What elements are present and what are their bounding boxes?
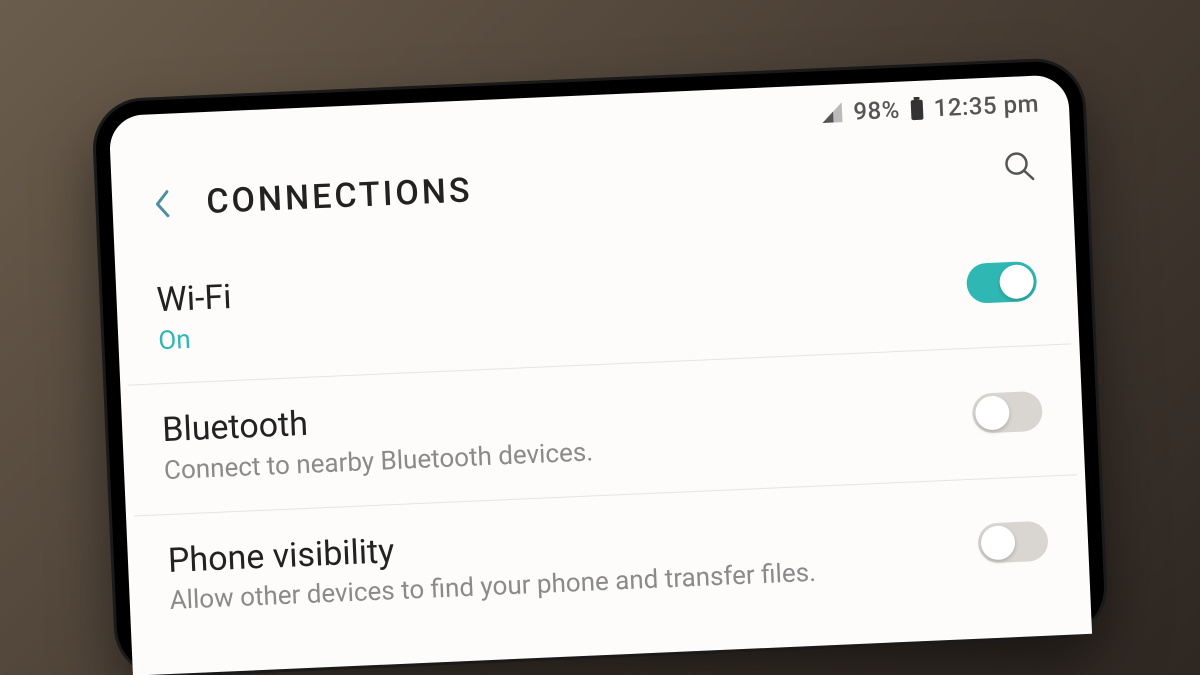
- toggle-knob: [980, 525, 1015, 560]
- phone-frame: 98% 12:35 pm CONNECTIONS: [94, 59, 1106, 675]
- chevron-left-icon: [152, 187, 173, 220]
- search-button[interactable]: [997, 143, 1043, 189]
- battery-percent: 98%: [853, 95, 901, 125]
- bluetooth-toggle[interactable]: [971, 390, 1043, 433]
- signal-icon: [821, 102, 844, 123]
- toggle-knob: [975, 395, 1010, 430]
- status-time: 12:35 pm: [933, 89, 1039, 122]
- phone-screen: 98% 12:35 pm CONNECTIONS: [109, 74, 1093, 675]
- back-button[interactable]: [142, 183, 184, 225]
- item-text: Phone visibility Allow other devices to …: [167, 506, 960, 618]
- item-text: Wi-Fi On: [156, 245, 949, 357]
- search-icon: [1002, 148, 1037, 183]
- toggle-knob: [999, 263, 1034, 298]
- photo-backdrop: 98% 12:35 pm CONNECTIONS: [0, 0, 1200, 675]
- page-title: CONNECTIONS: [182, 147, 999, 223]
- battery-icon: [909, 96, 924, 121]
- item-text: Bluetooth Connect to nearby Bluetooth de…: [161, 376, 954, 488]
- settings-list: Wi-Fi On Bluetooth Connect to nearby Blu…: [115, 214, 1091, 645]
- wifi-toggle[interactable]: [966, 260, 1038, 303]
- phone-visibility-toggle[interactable]: [977, 520, 1049, 563]
